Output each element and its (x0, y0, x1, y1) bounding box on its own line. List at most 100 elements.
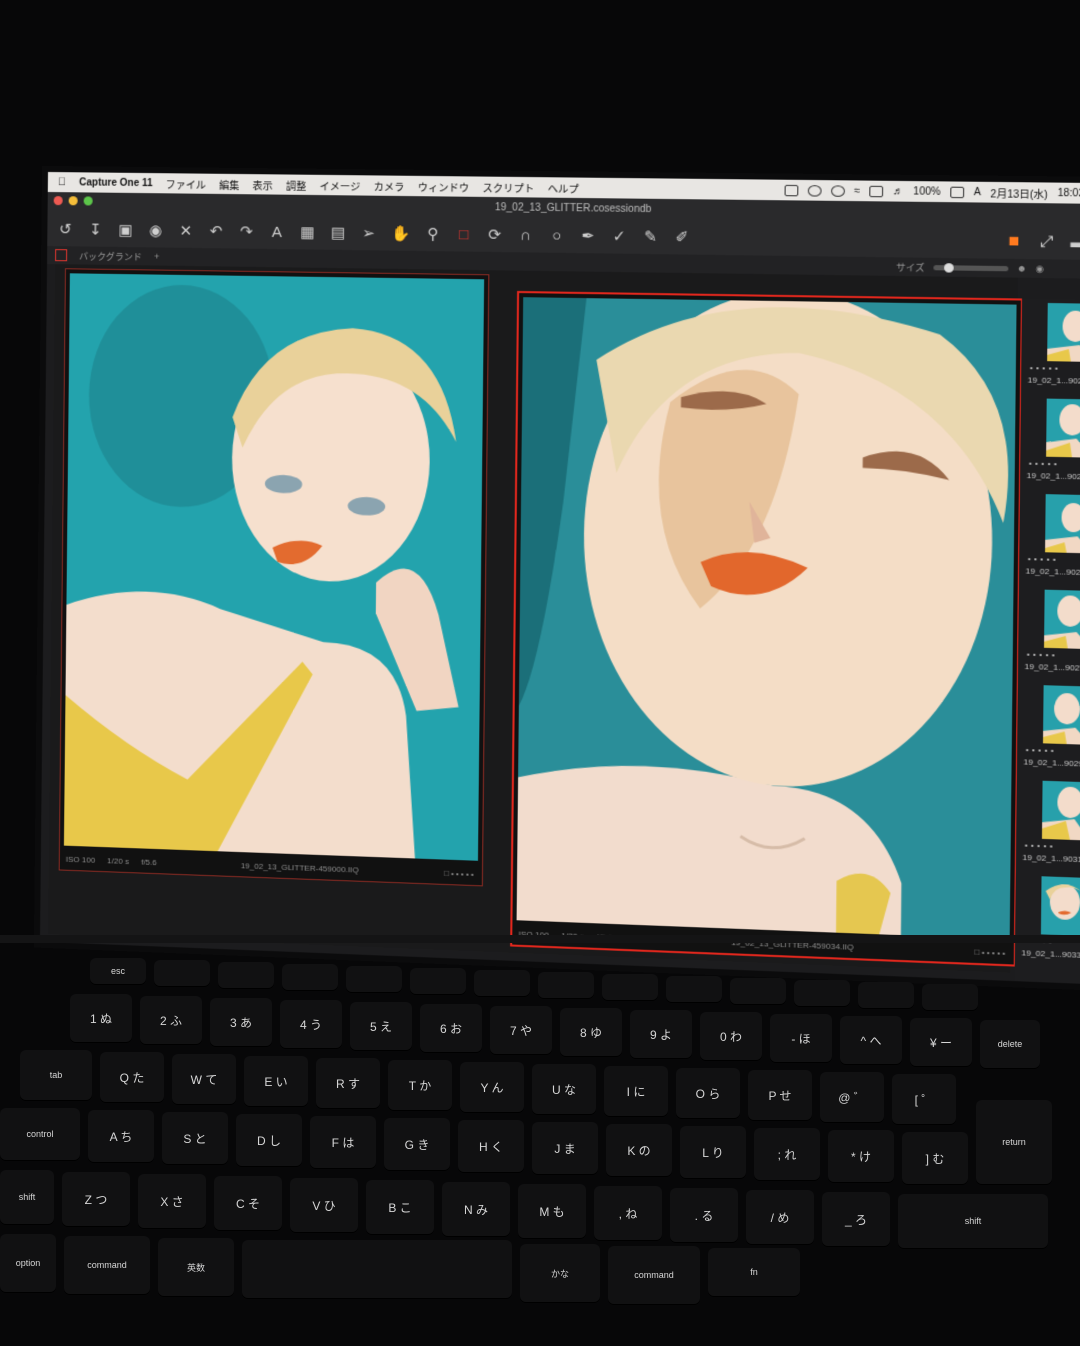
key-0[interactable]: 0 わ (700, 1012, 762, 1060)
key-shift-left[interactable]: shift (0, 1170, 54, 1224)
menu-adjust[interactable]: 調整 (286, 177, 306, 192)
layers-icon[interactable]: ■ (1005, 231, 1022, 252)
left-rating[interactable]: □••••• (444, 868, 476, 878)
zoom-window-button[interactable] (83, 196, 93, 206)
gradient-icon[interactable]: ✎ (642, 227, 659, 246)
key-k[interactable]: K の (606, 1124, 672, 1176)
import-icon[interactable]: ↧ (87, 220, 103, 239)
key-q[interactable]: Q た (100, 1052, 164, 1102)
filmstrip-thumb[interactable]: ••••• 19_02_1...9025.IIQ (1019, 491, 1080, 587)
key-l[interactable]: L り (680, 1126, 746, 1178)
menu-scripts[interactable]: スクリプト (482, 179, 534, 195)
thumb-rating[interactable]: ••••• (1028, 554, 1059, 564)
thumbnail-size-slider[interactable] (933, 262, 1009, 273)
key-f2[interactable] (218, 962, 274, 988)
brush-icon[interactable]: ✒ (579, 227, 596, 246)
key-caret[interactable]: ^ へ (840, 1016, 902, 1064)
key-g[interactable]: G き (384, 1118, 450, 1170)
rotate-tool-icon[interactable]: ⟳ (486, 225, 503, 244)
add-icon[interactable]: + (154, 251, 159, 261)
key-kana[interactable]: かな (520, 1244, 600, 1302)
key-e[interactable]: E い (244, 1056, 308, 1106)
key-f5[interactable] (410, 968, 466, 994)
key-b[interactable]: B こ (366, 1180, 434, 1234)
undo-icon[interactable]: ↶ (208, 222, 224, 240)
key-f3[interactable] (282, 964, 338, 990)
key-a[interactable]: A ち (88, 1110, 154, 1162)
key-eisu[interactable]: 英数 (158, 1238, 234, 1296)
grid-view-icon[interactable]: ▦ (299, 223, 315, 241)
key-esc[interactable]: esc (90, 958, 146, 984)
apple-menu-icon[interactable]:  (58, 176, 66, 188)
key-bracket-left[interactable]: [ ゜ (892, 1074, 956, 1124)
key-f1[interactable] (154, 960, 210, 986)
eraser-icon[interactable]: ✓ (611, 227, 628, 246)
key-p[interactable]: P せ (748, 1070, 812, 1120)
menu-view[interactable]: 表示 (253, 177, 273, 192)
browser-icon[interactable]: ▣ (117, 221, 133, 239)
viewer-image-right-selected[interactable]: ISO 100 1/20 s f/5.6 19_02_13_GLITTER-45… (510, 290, 1024, 967)
key-f8[interactable] (602, 974, 658, 1000)
key-f7[interactable] (538, 972, 594, 998)
multi-view-icon[interactable] (55, 249, 68, 262)
key-tab[interactable]: tab (20, 1050, 92, 1100)
key-asterisk[interactable]: * け (828, 1130, 894, 1182)
crop-icon[interactable]: □ (455, 226, 472, 243)
key-space[interactable] (242, 1240, 512, 1298)
thumb-rating[interactable]: ••••• (1030, 363, 1061, 373)
menu-file[interactable]: ファイル (166, 176, 206, 192)
loupe-icon[interactable]: ⚲ (424, 225, 441, 243)
list-view-icon[interactable]: ▤ (330, 223, 347, 242)
key-semicolon[interactable]: ; れ (754, 1128, 820, 1180)
key-minus[interactable]: - ほ (770, 1014, 832, 1062)
redo-icon[interactable]: ↷ (238, 222, 254, 240)
filmstrip-thumb[interactable]: ••••• 19_02_1...9021.IIQ (1021, 301, 1080, 396)
airplay-icon[interactable] (869, 185, 884, 197)
key-return[interactable]: return (976, 1100, 1052, 1184)
menu-app-name[interactable]: Capture One 11 (79, 177, 153, 189)
filmstrip-thumb[interactable]: ••••• 19_02_1...9027.IIQ (1018, 587, 1080, 683)
battery-icon[interactable] (950, 186, 965, 198)
key-shift-right[interactable]: shift (898, 1194, 1048, 1248)
rotate-icon[interactable]: ↺ (57, 220, 73, 238)
key-1[interactable]: 1 ぬ (70, 994, 132, 1042)
key-y[interactable]: Y ん (460, 1062, 524, 1112)
close-window-button[interactable] (53, 196, 63, 206)
display-icon[interactable] (784, 184, 799, 196)
key-bracket-right[interactable]: ] む (902, 1132, 968, 1184)
key-f9[interactable] (666, 976, 722, 1002)
folder-icon[interactable]: ▬ (1070, 233, 1080, 251)
key-f[interactable]: F は (310, 1116, 376, 1168)
menu-window[interactable]: ウィンドウ (418, 178, 470, 194)
key-f11[interactable] (794, 980, 850, 1006)
key-f10[interactable] (730, 978, 786, 1004)
person-icon[interactable]: ☻ (1017, 263, 1027, 274)
text-icon[interactable]: A (269, 223, 285, 240)
input-source-icon[interactable]: A (974, 186, 981, 197)
key-option[interactable]: option (0, 1234, 56, 1292)
key-3[interactable]: 3 あ (210, 998, 272, 1046)
menu-edit[interactable]: 編集 (219, 176, 239, 191)
pan-icon[interactable]: ✋ (391, 224, 410, 242)
key-d[interactable]: D し (236, 1114, 302, 1166)
key-fn[interactable]: fn (708, 1248, 800, 1296)
camera-icon[interactable]: ◉ (147, 221, 163, 239)
sync-icon[interactable] (807, 184, 822, 197)
key-7[interactable]: 7 や (490, 1006, 552, 1054)
spot-icon[interactable]: ○ (548, 227, 565, 245)
menu-camera[interactable]: カメラ (374, 178, 405, 193)
key-5[interactable]: 5 え (350, 1002, 412, 1050)
picker-icon[interactable]: ✐ (673, 228, 690, 247)
cursor-icon[interactable]: ➢ (360, 224, 377, 242)
background-tab[interactable]: バックグランド (79, 249, 142, 263)
thumb-rating[interactable]: ••••• (1026, 745, 1057, 755)
key-v[interactable]: V ひ (290, 1178, 358, 1232)
key-h[interactable]: H く (458, 1120, 524, 1172)
thumb-rating[interactable]: ••••• (1027, 649, 1058, 659)
key-w[interactable]: W て (172, 1054, 236, 1104)
key-comma[interactable]: , ね (594, 1186, 662, 1240)
filmstrip-thumb[interactable]: ••••• 19_02_1...9023.IIQ (1020, 396, 1080, 491)
eye-icon[interactable]: ◉ (1035, 263, 1044, 275)
filmstrip-thumb[interactable]: ••••• 19_02_1...9029.IIQ (1017, 682, 1080, 778)
keystone-icon[interactable]: ∩ (517, 226, 534, 244)
